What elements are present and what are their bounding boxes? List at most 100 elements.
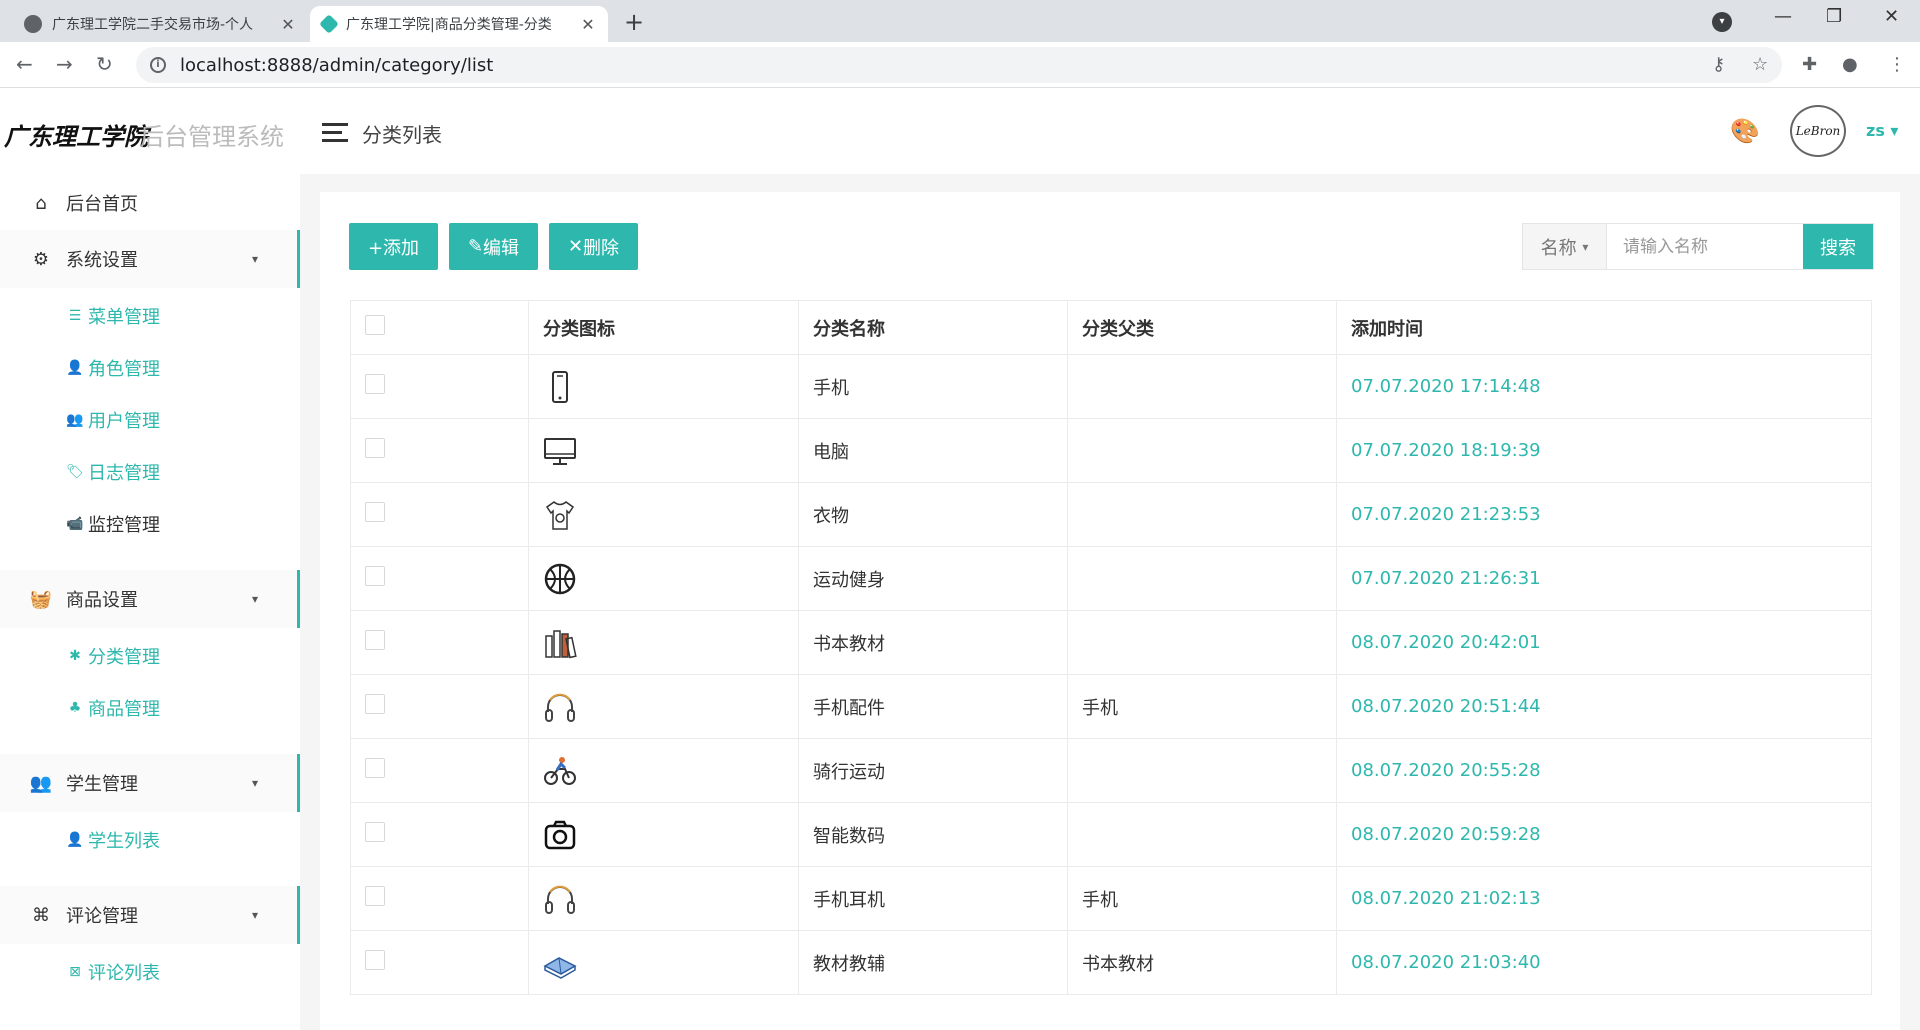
browser-tab-category[interactable]: 广东理工学院|商品分类管理-分类 ✕ [310, 6, 608, 42]
sidebar-item-label: 日志管理 [88, 463, 160, 484]
user-menu[interactable]: zs ▾ [1866, 121, 1898, 140]
table-row[interactable]: 衣物 07.07.2020 21:23:53 [350, 482, 1872, 547]
sidebar-item-users[interactable]: 👥 用户管理 [66, 400, 160, 440]
sidebar-item-monitor[interactable]: 📹 监控管理 [66, 504, 160, 544]
home-icon: ⌂ [35, 192, 47, 214]
sidebar-item-menu[interactable]: ☰ 菜单管理 [66, 296, 160, 336]
row-checkbox[interactable] [365, 758, 385, 778]
table-row[interactable]: 骑行运动 08.07.2020 20:55:28 [350, 738, 1872, 803]
logo-subtitle: 后台管理系统 [140, 123, 284, 151]
row-checkbox[interactable] [365, 950, 385, 970]
sidebar-group-goods[interactable]: 🧺 商品设置 ▾ [0, 570, 300, 628]
address-bar[interactable]: i localhost:8888/admin/category/list [136, 47, 1782, 83]
page-title: 分类列表 [362, 123, 442, 147]
table-row[interactable]: 教材教辅 书本教材 08.07.2020 21:03:40 [350, 930, 1872, 995]
parent-cell [1067, 738, 1337, 803]
close-icon[interactable]: ✕ [280, 15, 296, 34]
forward-icon[interactable]: → [56, 52, 73, 76]
star-icon[interactable]: ☆ [1752, 54, 1768, 75]
parent-cell: 书本教材 [1067, 930, 1337, 995]
palette-icon[interactable]: 🎨 [1730, 117, 1760, 145]
row-checkbox[interactable] [365, 502, 385, 522]
table-row[interactable]: 书本教材 08.07.2020 20:42:01 [350, 610, 1872, 675]
asterisk-icon: ✱ [69, 648, 81, 664]
command-icon: ⌘ [32, 904, 50, 926]
sidebar: ⌂ 后台首页 ⚙ 系统设置 ▾ ☰ 菜单管理 👤 角色管理 👥 用户管理 🏷 日志管理 … [0, 174, 300, 1030]
table-row[interactable]: 智能数码 08.07.2020 20:59:28 [350, 802, 1872, 867]
reload-icon[interactable]: ↻ [96, 52, 113, 76]
window-close-icon[interactable]: ✕ [1884, 6, 1899, 27]
basket-icon: 🧺 [29, 588, 53, 610]
sidebar-item-student-list[interactable]: 👤 学生列表 [66, 820, 160, 860]
column-header[interactable]: 分类图标 [528, 300, 799, 355]
table-row[interactable]: 手机耳机 手机 08.07.2020 21:02:13 [350, 866, 1872, 931]
sidebar-group-label: 评论管理 [66, 906, 138, 927]
new-tab-icon[interactable]: + [624, 8, 644, 36]
table-row[interactable]: 电脑 07.07.2020 18:19:39 [350, 418, 1872, 483]
restore-icon[interactable]: ❐ [1826, 6, 1842, 27]
open-book-icon [543, 946, 577, 980]
row-checkbox[interactable] [365, 566, 385, 586]
search-button[interactable]: 搜索 [1803, 224, 1873, 269]
parent-cell [1067, 482, 1337, 547]
sidebar-item-goods[interactable]: ♣ 商品管理 [66, 688, 160, 728]
back-icon[interactable]: ← [16, 52, 33, 76]
name-cell: 教材教辅 [798, 930, 1068, 995]
stroller-icon: ♣ [68, 700, 82, 716]
column-header[interactable]: 分类父类 [1067, 300, 1337, 355]
logo[interactable]: 广东理工学院 [4, 117, 148, 152]
search-input[interactable] [1607, 224, 1803, 269]
cyclist-icon [543, 754, 577, 788]
sidebar-item-role[interactable]: 👤 角色管理 [66, 348, 160, 388]
row-checkbox[interactable] [365, 630, 385, 650]
table-header-row: 分类图标 分类名称 分类父类 添加时间 [350, 300, 1872, 355]
parent-cell [1067, 802, 1337, 867]
menu-icon[interactable]: ⋮ [1888, 54, 1906, 75]
sidebar-item-comment-list[interactable]: ⊠ 评论列表 [66, 952, 160, 992]
sidebar-group-comments[interactable]: ⌘ 评论管理 ▾ [0, 886, 300, 944]
add-button[interactable]: +添加 [349, 223, 438, 270]
table-row[interactable]: 手机配件 手机 08.07.2020 20:51:44 [350, 674, 1872, 739]
search-field-select[interactable]: 名称 ▾ [1523, 224, 1607, 269]
checkbox-cell [350, 802, 529, 867]
sidebar-item-label: 学生列表 [88, 831, 160, 852]
pencil-icon: ✎ [467, 236, 484, 257]
sidebar-item-category[interactable]: ✱ 分类管理 [66, 636, 160, 676]
hamburger-icon[interactable] [322, 123, 348, 147]
icon-cell [528, 802, 799, 867]
globe-icon [24, 15, 42, 33]
chevron-down-icon: ▾ [252, 252, 259, 266]
close-icon[interactable]: ✕ [580, 15, 596, 34]
row-checkbox[interactable] [365, 886, 385, 906]
parent-cell [1067, 610, 1337, 675]
select-all-checkbox[interactable] [365, 315, 385, 335]
tab-search-icon[interactable]: ▾ [1712, 12, 1732, 32]
edit-button[interactable]: ✎ 编辑 [449, 223, 538, 270]
select-all-cell [350, 300, 529, 355]
row-checkbox[interactable] [365, 438, 385, 458]
avatar[interactable]: LeBron [1790, 105, 1846, 157]
time-cell: 08.07.2020 20:51:44 [1336, 674, 1872, 739]
row-checkbox[interactable] [365, 694, 385, 714]
sidebar-item-home[interactable]: ⌂ 后台首页 [0, 174, 300, 232]
browser-tab-strip: 广东理工学院二手交易市场-个人 ✕ 广东理工学院|商品分类管理-分类 ✕ + ▾… [0, 0, 1920, 42]
key-icon[interactable]: ⚷ [1712, 54, 1725, 75]
delete-button[interactable]: ✕ 删除 [549, 223, 638, 270]
table-row[interactable]: 运动健身 07.07.2020 21:26:31 [350, 546, 1872, 611]
browser-tab-market[interactable]: 广东理工学院二手交易市场-个人 ✕ [12, 6, 308, 42]
minimize-icon[interactable]: — [1774, 6, 1792, 27]
url-text[interactable]: localhost:8888/admin/category/list [180, 55, 493, 76]
sidebar-group-system[interactable]: ⚙ 系统设置 ▾ [0, 230, 300, 288]
checkbox-cell [350, 546, 529, 611]
sidebar-group-students[interactable]: 👥 学生管理 ▾ [0, 754, 300, 812]
column-header[interactable]: 添加时间 [1336, 300, 1872, 355]
row-checkbox[interactable] [365, 374, 385, 394]
info-icon[interactable]: i [150, 57, 166, 73]
icon-cell [528, 482, 799, 547]
profile-icon[interactable]: ● [1842, 54, 1858, 75]
column-header[interactable]: 分类名称 [798, 300, 1068, 355]
row-checkbox[interactable] [365, 822, 385, 842]
extensions-icon[interactable]: ✚ [1802, 54, 1817, 75]
sidebar-item-logs[interactable]: 🏷 日志管理 [66, 452, 160, 492]
table-row[interactable]: 手机 07.07.2020 17:14:48 [350, 354, 1872, 419]
